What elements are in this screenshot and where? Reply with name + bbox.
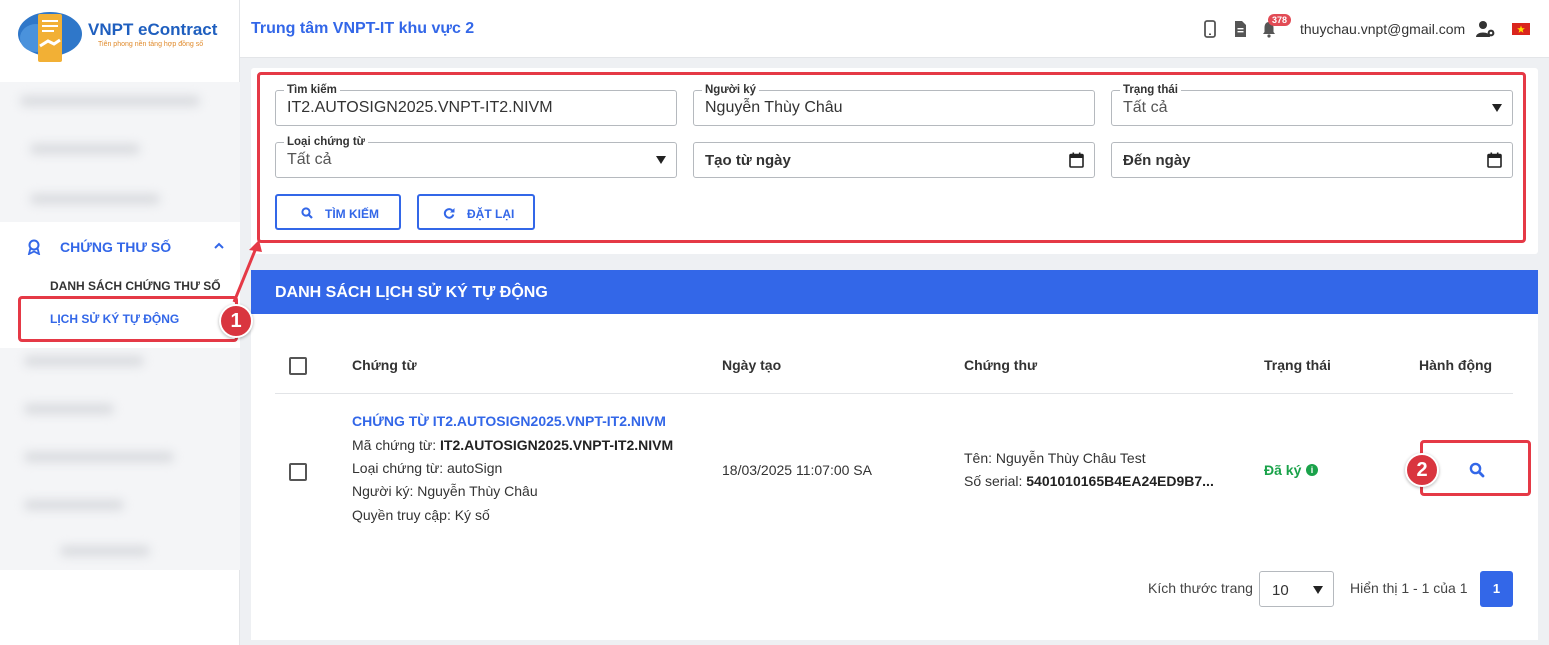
column-header-document: Chứng từ (352, 357, 417, 373)
logo-mark-icon (18, 12, 82, 62)
top-header: Trung tâm VNPT-IT khu vực 2 378 thuychau… (240, 0, 1549, 58)
blurred-menu-bottom (0, 348, 240, 570)
certificate-name: Tên: Nguyễn Thùy Châu Test (964, 450, 1146, 466)
header-divider (275, 393, 1513, 394)
info-icon[interactable]: i (1306, 464, 1318, 476)
list-title: DANH SÁCH LỊCH SỬ KÝ TỰ ĐỘNG (275, 284, 548, 301)
annotation-arrow (232, 240, 262, 303)
notification-count-badge: 378 (1268, 14, 1292, 26)
page-size-value: 10 (1272, 582, 1289, 599)
page-button-1[interactable]: 1 (1480, 571, 1513, 607)
badge-icon (27, 239, 41, 255)
column-header-certificate: Chứng thư (964, 357, 1038, 373)
dropdown-arrow-icon (1313, 586, 1323, 594)
pagination-summary: Hiển thị 1 - 1 của 1 (1350, 580, 1468, 596)
certificate-serial: Số serial: 5401010165B4EA24ED9B7... (964, 473, 1214, 489)
document-icon[interactable] (1232, 20, 1248, 38)
brand-tagline: Tiên phong nền tảng hợp đồng số (98, 41, 204, 48)
status-signed: Đã ký (1264, 462, 1302, 478)
mobile-icon[interactable] (1202, 20, 1218, 38)
document-title-link[interactable]: CHỨNG TỪ IT2.AUTOSIGN2025.VNPT-IT2.NIVM (352, 413, 666, 429)
brand-name: VNPT eContract (88, 20, 218, 39)
sidebar-item-certificate-list[interactable]: DANH SÁCH CHỨNG THƯ SỐ (50, 279, 221, 293)
select-all-checkbox[interactable] (289, 357, 307, 375)
history-list-card: DANH SÁCH LỊCH SỬ KÝ TỰ ĐỘNG Chứng từ Ng… (251, 270, 1538, 640)
chevron-up-icon (214, 242, 224, 249)
user-settings-icon[interactable] (1476, 20, 1496, 38)
column-header-actions: Hành động (1419, 357, 1493, 373)
user-email[interactable]: thuychau.vnpt@gmail.com (1300, 21, 1465, 37)
blurred-menu-top (0, 82, 240, 222)
annotation-step-1-badge: 1 (219, 304, 253, 338)
annotation-box-search (257, 72, 1526, 243)
list-header-bar: DANH SÁCH LỊCH SỬ KÝ TỰ ĐỘNG (251, 270, 1538, 314)
document-type: Loại chứng từ: autoSign (352, 460, 503, 476)
document-code: Mã chứng từ: IT2.AUTOSIGN2025.VNPT-IT2.N… (352, 437, 674, 453)
document-access: Quyền truy cập: Ký số (352, 507, 490, 523)
document-signer: Người ký: Nguyễn Thùy Châu (352, 483, 538, 499)
vietnam-flag-icon[interactable] (1512, 23, 1530, 35)
page-size-label: Kích thước trang (1148, 580, 1253, 596)
annotation-box-menu (18, 296, 238, 342)
annotation-step-2-badge: 2 (1405, 453, 1439, 487)
row-checkbox[interactable] (289, 463, 307, 481)
column-header-created: Ngày tạo (722, 357, 782, 373)
created-date: 18/03/2025 11:07:00 SA (722, 462, 872, 478)
brand-logo[interactable]: VNPT eContract Tiên phong nền tảng hợp đ… (14, 8, 234, 66)
page-size-select[interactable]: 10 (1259, 571, 1334, 607)
org-title: Trung tâm VNPT-IT khu vực 2 (251, 20, 475, 37)
menu-head-certificates[interactable]: CHỨNG THƯ SỐ (0, 232, 240, 262)
menu-head-label: CHỨNG THƯ SỐ (60, 239, 172, 255)
column-header-status: Trạng thái (1264, 357, 1331, 373)
